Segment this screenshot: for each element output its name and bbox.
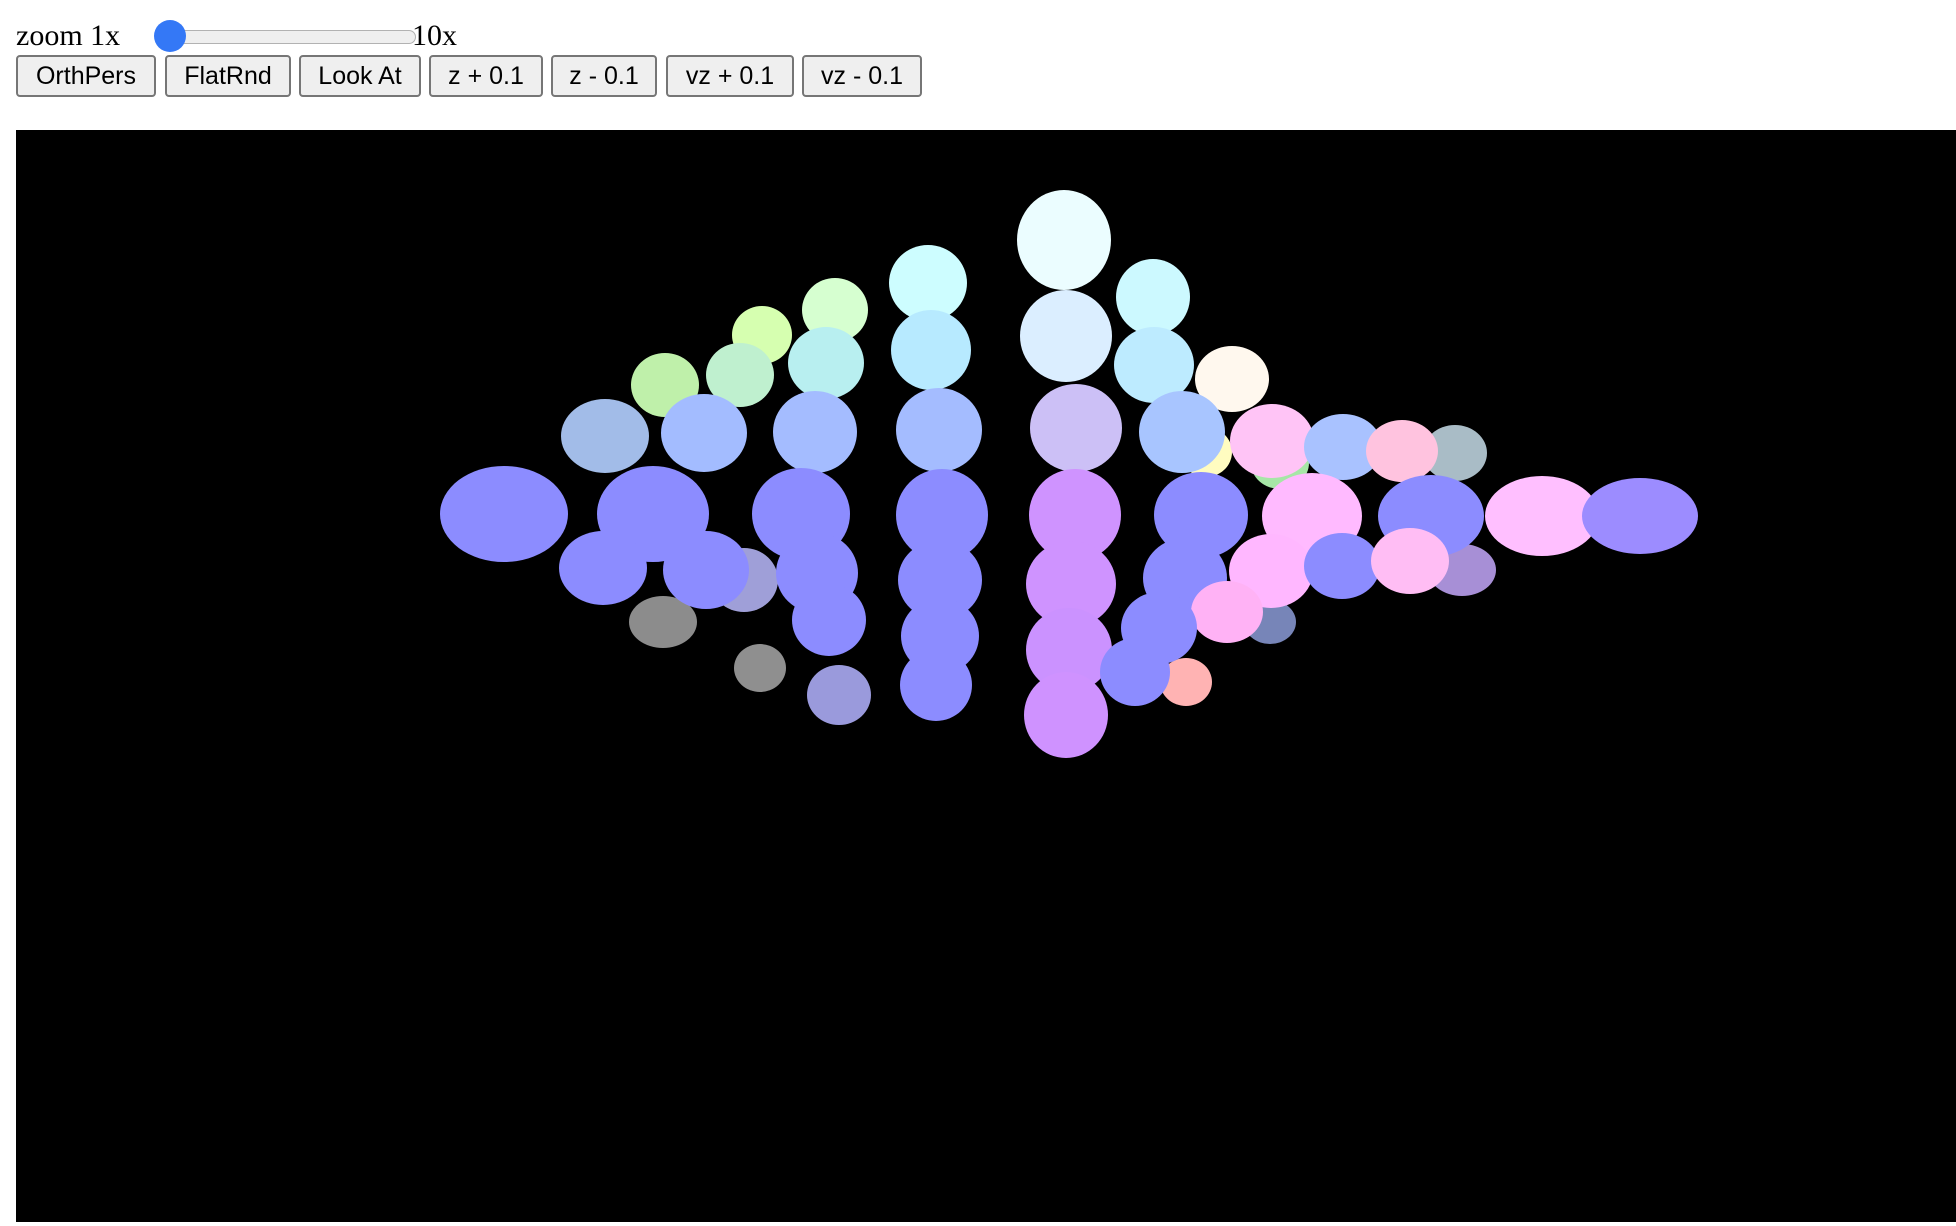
sphere-sprite xyxy=(1191,581,1263,643)
sphere-sprite xyxy=(661,394,747,472)
sphere-sprite xyxy=(1020,290,1112,382)
sphere-sprite xyxy=(1030,384,1122,472)
zoom-slider-thumb[interactable] xyxy=(154,20,186,52)
sphere-sprite xyxy=(1139,391,1225,473)
vz-minus-button[interactable]: vz - 0.1 xyxy=(802,55,922,97)
sphere-sprite xyxy=(1024,672,1108,758)
zoom-max-label: 10x xyxy=(412,19,457,52)
sphere-sprite xyxy=(663,531,749,609)
zoom-slider[interactable] xyxy=(154,20,416,52)
scene-svg xyxy=(440,190,1698,758)
sphere-sprite xyxy=(896,388,982,472)
zoom-min-label: zoom 1x xyxy=(16,19,121,52)
vz-plus-button[interactable]: vz + 0.1 xyxy=(666,55,794,97)
sphere-sprite xyxy=(1017,190,1111,290)
sphere-sprite xyxy=(773,391,857,473)
sphere-sprite xyxy=(891,310,971,390)
sphere-sprite xyxy=(734,644,786,692)
sphere-sprite xyxy=(1366,420,1438,482)
sphere-sprite xyxy=(1485,476,1599,556)
sphere-sprite xyxy=(1100,638,1170,706)
sphere-sprite xyxy=(788,327,864,399)
sphere-sprite xyxy=(440,466,568,562)
zoom-slider-track[interactable] xyxy=(156,30,416,44)
sphere-sprite xyxy=(1304,533,1380,599)
sphere-sprite xyxy=(792,584,866,656)
sphere-sprite xyxy=(1116,259,1190,335)
z-plus-button[interactable]: z + 0.1 xyxy=(429,55,543,97)
sphere-sprite xyxy=(807,665,871,725)
sphere-sprite xyxy=(1230,404,1314,478)
sphere-sprite xyxy=(1582,478,1698,554)
sphere-sprite xyxy=(1371,528,1449,594)
zoom-control: zoom 1x 10x xyxy=(16,14,616,54)
sphere-sprite xyxy=(889,245,967,321)
orth-pers-button[interactable]: OrthPers xyxy=(16,55,156,97)
sphere-sprite xyxy=(900,649,972,721)
sphere-sprite xyxy=(559,531,647,605)
z-minus-button[interactable]: z - 0.1 xyxy=(551,55,657,97)
webgl-canvas[interactable] xyxy=(16,130,1956,1222)
look-at-button[interactable]: Look At xyxy=(299,55,421,97)
flat-rnd-button[interactable]: FlatRnd xyxy=(165,55,291,97)
sphere-sprite xyxy=(561,399,649,473)
